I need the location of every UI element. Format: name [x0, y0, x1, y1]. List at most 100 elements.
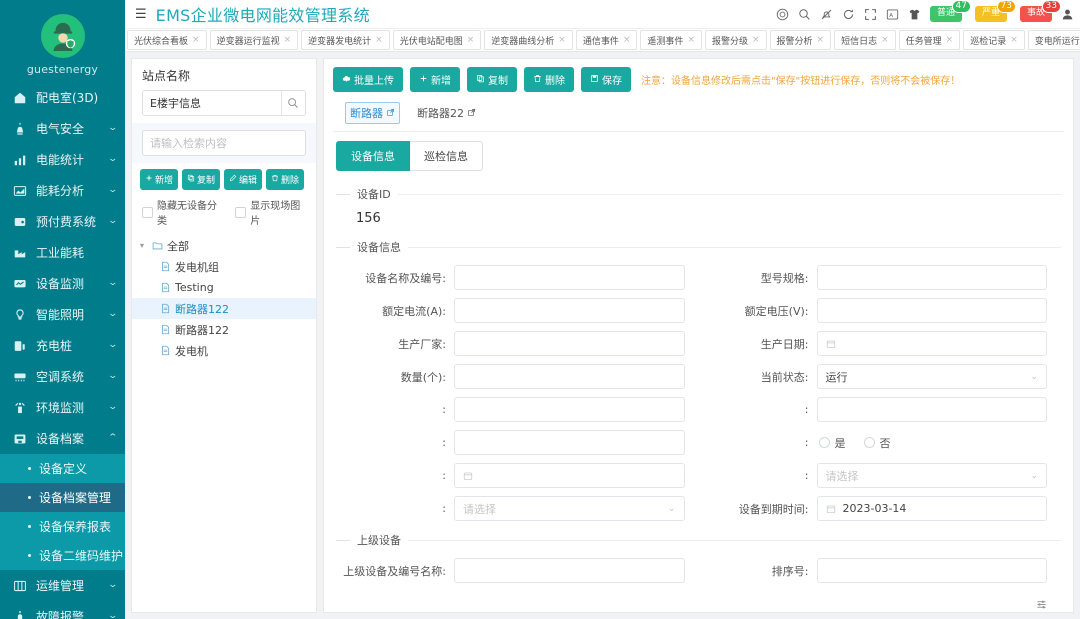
caret-down-icon[interactable]: ▾ — [140, 241, 148, 250]
external-link-icon[interactable] — [467, 107, 476, 120]
tab-8[interactable]: 报警分析× — [770, 30, 832, 50]
subtab-1[interactable]: 巡检信息 — [410, 141, 483, 171]
tab-6[interactable]: 遥测事件× — [640, 30, 702, 50]
tree-node-root[interactable]: ▾全部 — [132, 235, 316, 256]
right-input[interactable] — [817, 265, 1048, 290]
sidebar-item-13[interactable]: 故障报警⌄ — [0, 601, 125, 619]
close-icon[interactable]: × — [558, 35, 566, 45]
tree-node-1[interactable]: Testing — [132, 277, 316, 298]
target-icon[interactable] — [776, 8, 789, 21]
search-icon[interactable] — [798, 8, 811, 21]
left-select[interactable]: 请选择⌄ — [454, 496, 685, 521]
sidebar-subitem-0[interactable]: 设备定义 — [0, 454, 125, 483]
sidebar-item-8[interactable]: 充电桩⌄ — [0, 330, 125, 361]
left-input[interactable] — [454, 558, 685, 583]
radio-option-0[interactable]: 是 — [819, 435, 846, 451]
tree-node-2[interactable]: 断路器122 — [132, 298, 316, 319]
close-icon[interactable]: × — [192, 35, 200, 45]
toolbar-btn-新增[interactable]: 新增 — [410, 67, 460, 92]
tree-node-0[interactable]: 发电机组 — [132, 256, 316, 277]
sidebar-item-7[interactable]: 智能照明⌄ — [0, 299, 125, 330]
tree-node-3[interactable]: 断路器122 — [132, 319, 316, 340]
theme-shirt-icon[interactable] — [908, 8, 921, 21]
tree-btn-删除[interactable]: 删除 — [266, 169, 304, 190]
right-date[interactable]: 2023-03-14 — [817, 496, 1048, 521]
tree-btn-新增[interactable]: 新增 — [140, 169, 178, 190]
sidebar-subitem-2[interactable]: 设备保养报表 — [0, 512, 125, 541]
right-input[interactable] — [817, 558, 1048, 583]
sidebar-subitem-1[interactable]: 设备档案管理 — [0, 483, 125, 512]
left-input[interactable] — [454, 364, 685, 389]
left-input[interactable] — [454, 430, 685, 455]
sidebar-item-2[interactable]: 电能统计⌄ — [0, 144, 125, 175]
tab-2[interactable]: 逆变器发电统计× — [301, 30, 390, 50]
alarm-badge-1[interactable]: 严重73 — [975, 6, 1007, 22]
search-icon[interactable] — [281, 91, 305, 115]
sidebar-item-11[interactable]: 设备档案⌃ — [0, 423, 125, 454]
tab-0[interactable]: 光伏综合看板× — [127, 30, 207, 50]
sidebar-item-1[interactable]: 电气安全⌄ — [0, 113, 125, 144]
left-input[interactable] — [454, 298, 685, 323]
sidebar-item-6[interactable]: 设备监测⌄ — [0, 268, 125, 299]
close-icon[interactable]: × — [375, 35, 383, 45]
sidebar-item-0[interactable]: 配电室(3D) — [0, 82, 125, 113]
tree-btn-编辑[interactable]: 编辑 — [224, 169, 262, 190]
close-icon[interactable]: × — [752, 35, 760, 45]
close-icon[interactable]: × — [1010, 35, 1018, 45]
left-input[interactable] — [454, 331, 685, 356]
right-select[interactable]: 运行⌄ — [817, 364, 1048, 389]
sidebar-subitem-3[interactable]: 设备二维码维护 — [0, 541, 125, 570]
right-date[interactable] — [817, 331, 1048, 356]
toolbar-btn-删除[interactable]: 删除 — [524, 67, 574, 92]
close-icon[interactable]: × — [881, 35, 889, 45]
close-icon[interactable]: × — [284, 35, 292, 45]
sidebar-item-12[interactable]: 运维管理⌄ — [0, 570, 125, 601]
sidebar-item-10[interactable]: 环境监测⌄ — [0, 392, 125, 423]
left-input[interactable] — [454, 265, 685, 290]
tab-10[interactable]: 任务管理× — [899, 30, 961, 50]
toolbar-btn-复制[interactable]: 复制 — [467, 67, 517, 92]
close-icon[interactable]: × — [817, 35, 825, 45]
radio-option-1[interactable]: 否 — [864, 435, 891, 451]
breadcrumb-item-0[interactable]: 断路器 — [345, 102, 400, 124]
tab-4[interactable]: 逆变器曲线分析× — [484, 30, 573, 50]
alarm-badge-0[interactable]: 普通47 — [930, 6, 962, 22]
right-input[interactable] — [817, 397, 1048, 422]
checkbox-box[interactable] — [235, 207, 246, 218]
tree-search-input[interactable] — [142, 130, 306, 156]
user-avatar-icon[interactable] — [1061, 8, 1074, 21]
tab-3[interactable]: 光伏电站配电图× — [393, 30, 482, 50]
site-name-field[interactable] — [142, 90, 306, 116]
left-date[interactable] — [454, 463, 685, 488]
toolbar-btn-批量上传[interactable]: 批量上传 — [333, 67, 403, 92]
tree-node-4[interactable]: 发电机 — [132, 340, 316, 361]
subtab-0[interactable]: 设备信息 — [336, 141, 410, 171]
refresh-icon[interactable] — [842, 8, 855, 21]
close-icon[interactable]: × — [946, 35, 954, 45]
tab-9[interactable]: 短信日志× — [834, 30, 896, 50]
external-link-icon[interactable] — [386, 107, 395, 120]
alarm-badge-2[interactable]: 事故33 — [1020, 6, 1052, 22]
tab-7[interactable]: 报警分级× — [705, 30, 767, 50]
fullscreen-icon[interactable] — [864, 8, 877, 21]
left-input[interactable] — [454, 397, 685, 422]
sidebar-item-5[interactable]: 工业能耗 — [0, 237, 125, 268]
tab-11[interactable]: 巡检记录× — [963, 30, 1025, 50]
checkbox-box[interactable] — [142, 207, 153, 218]
close-icon[interactable]: × — [623, 35, 631, 45]
toolbar-btn-保存[interactable]: 保存 — [581, 67, 631, 92]
right-input[interactable] — [817, 298, 1048, 323]
resize-handle-icon[interactable] — [336, 589, 1061, 610]
language-icon[interactable]: A — [886, 8, 899, 21]
sidebar-item-9[interactable]: 空调系统⌄ — [0, 361, 125, 392]
tab-5[interactable]: 通信事件× — [576, 30, 638, 50]
radio-ring[interactable] — [864, 437, 875, 448]
tab-1[interactable]: 逆变器运行监视× — [210, 30, 299, 50]
tree-checkbox-1[interactable]: 显示现场图片 — [235, 197, 306, 227]
tree-btn-复制[interactable]: 复制 — [182, 169, 220, 190]
sidebar-item-3[interactable]: 能耗分析⌄ — [0, 175, 125, 206]
site-name-input[interactable] — [143, 91, 281, 115]
right-select[interactable]: 请选择⌄ — [817, 463, 1048, 488]
mute-bell-icon[interactable] — [820, 8, 833, 21]
breadcrumb-item-1[interactable]: 断路器22 — [413, 103, 480, 123]
